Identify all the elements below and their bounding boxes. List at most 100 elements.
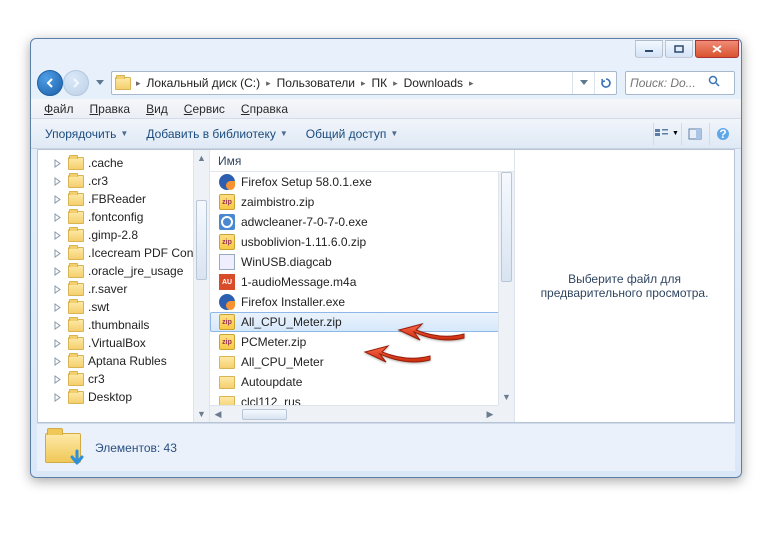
preview-placeholder-text: Выберите файл для предварительного просм… — [525, 272, 724, 300]
folder-icon — [68, 319, 84, 332]
expand-icon[interactable] — [52, 248, 63, 259]
close-button[interactable] — [695, 40, 739, 58]
file-row[interactable]: Firefox Installer.exe — [210, 292, 514, 312]
menu-edit[interactable]: Правка — [83, 101, 138, 117]
file-row[interactable]: Autoupdate — [210, 372, 514, 392]
tree-item[interactable]: .cr3 — [42, 172, 209, 190]
crumb-downloads[interactable]: Downloads — [400, 76, 467, 90]
content-area: .cache .cr3 .FBReader .fontconfig .gimp-2.8.… — [37, 149, 735, 423]
tree-item-label: .fontconfig — [88, 210, 143, 224]
expand-icon[interactable] — [52, 374, 63, 385]
tree-item[interactable]: .swt — [42, 298, 209, 316]
search-icon — [708, 75, 724, 91]
tree-item[interactable]: .gimp-2.8 — [42, 226, 209, 244]
file-row[interactable]: WinUSB.diagcab — [210, 252, 514, 272]
file-name: WinUSB.diagcab — [241, 255, 332, 269]
share-button[interactable]: Общий доступ▼ — [298, 124, 407, 144]
tree-item-label: .oracle_jre_usage — [88, 264, 183, 278]
menu-view[interactable]: Вид — [139, 101, 175, 117]
tree-item-label: cr3 — [88, 372, 105, 386]
organize-button[interactable]: Упорядочить▼ — [37, 124, 136, 144]
file-name: Firefox Setup 58.0.1.exe — [241, 175, 372, 189]
folder-icon — [68, 265, 84, 278]
file-row[interactable]: PCMeter.zip — [210, 332, 514, 352]
tree-item[interactable]: cr3 — [42, 370, 209, 388]
minimize-button[interactable] — [635, 40, 663, 58]
crumb-users[interactable]: Пользователи — [273, 76, 359, 90]
expand-icon[interactable] — [52, 392, 63, 403]
add-library-button[interactable]: Добавить в библиотеку▼ — [138, 124, 295, 144]
file-name: usboblivion-1.11.6.0.zip — [241, 235, 366, 249]
tree-scroll-thumb[interactable] — [196, 200, 207, 280]
expand-icon[interactable] — [52, 158, 63, 169]
expand-icon[interactable] — [52, 284, 63, 295]
menubar: Файл Правка Вид Сервис Справка — [31, 99, 741, 119]
file-row[interactable]: 1-audioMessage.m4a — [210, 272, 514, 292]
menu-help[interactable]: Справка — [234, 101, 295, 117]
file-name: Autoupdate — [241, 375, 302, 389]
tree-item-label: .cr3 — [88, 174, 108, 188]
expand-icon[interactable] — [52, 356, 63, 367]
file-list-pane[interactable]: Имя Firefox Setup 58.0.1.exe zaimbistro.z… — [210, 150, 514, 422]
tree-item[interactable]: .oracle_jre_usage — [42, 262, 209, 280]
folder-tree[interactable]: .cache .cr3 .FBReader .fontconfig .gimp-2.8.… — [38, 150, 210, 422]
file-row[interactable]: adwcleaner-7-0-7-0.exe — [210, 212, 514, 232]
refresh-button[interactable] — [594, 72, 616, 94]
tree-item[interactable]: Aptana Rubles — [42, 352, 209, 370]
file-name: 1-audioMessage.m4a — [241, 275, 356, 289]
tree-item-label: .Icecream PDF Conv — [88, 246, 199, 260]
tree-item[interactable]: .VirtualBox — [42, 334, 209, 352]
expand-icon[interactable] — [52, 302, 63, 313]
expand-icon[interactable] — [52, 230, 63, 241]
expand-icon[interactable] — [52, 176, 63, 187]
address-dropdown[interactable] — [572, 72, 594, 94]
expand-icon[interactable] — [52, 266, 63, 277]
history-dropdown[interactable] — [93, 73, 107, 93]
crumb-pc[interactable]: ПК — [367, 76, 391, 90]
tree-item[interactable]: .cache — [42, 154, 209, 172]
expand-icon[interactable] — [52, 338, 63, 349]
titlebar[interactable] — [31, 39, 741, 67]
folder-icon — [68, 337, 84, 350]
file-scrollbar-vertical[interactable]: ▼ — [498, 172, 514, 405]
maximize-button[interactable] — [665, 40, 693, 58]
folder-icon — [112, 77, 134, 90]
ff-icon — [219, 174, 235, 190]
menu-file[interactable]: Файл — [37, 101, 81, 117]
menu-tools[interactable]: Сервис — [177, 101, 232, 117]
tree-item[interactable]: .fontconfig — [42, 208, 209, 226]
file-scroll-thumb-h[interactable] — [242, 409, 287, 420]
file-row[interactable]: usboblivion-1.11.6.0.zip — [210, 232, 514, 252]
crumb-drive[interactable]: Локальный диск (C:) — [143, 76, 265, 90]
view-mode-button[interactable]: ▼ — [653, 123, 679, 145]
expand-icon[interactable] — [52, 320, 63, 331]
folder-icon — [68, 373, 84, 386]
file-scroll-thumb-v[interactable] — [501, 172, 512, 282]
expand-icon[interactable] — [52, 194, 63, 205]
tree-item[interactable]: .Icecream PDF Conv — [42, 244, 209, 262]
search-input[interactable] — [630, 76, 708, 90]
tree-item[interactable]: .FBReader — [42, 190, 209, 208]
file-row[interactable]: All_CPU_Meter — [210, 352, 514, 372]
zip-icon — [219, 314, 235, 330]
back-button[interactable] — [37, 70, 63, 96]
breadcrumb[interactable]: ▸ Локальный диск (C:)▸ Пользователи▸ ПК▸… — [134, 76, 572, 90]
help-button[interactable]: ? — [709, 123, 735, 145]
tree-scrollbar[interactable]: ▲▼ — [193, 150, 209, 422]
forward-button[interactable] — [63, 70, 89, 96]
tree-item[interactable]: .thumbnails — [42, 316, 209, 334]
tree-item[interactable]: Desktop — [42, 388, 209, 406]
file-scrollbar-horizontal[interactable]: ◀▶ — [210, 405, 498, 422]
address-bar[interactable]: ▸ Локальный диск (C:)▸ Пользователи▸ ПК▸… — [111, 71, 617, 95]
m4a-icon — [219, 274, 235, 290]
file-row[interactable]: All_CPU_Meter.zip — [210, 312, 514, 332]
tree-item-label: .VirtualBox — [88, 336, 146, 350]
file-row[interactable]: zaimbistro.zip — [210, 192, 514, 212]
folder-icon — [68, 283, 84, 296]
expand-icon[interactable] — [52, 212, 63, 223]
preview-pane-button[interactable] — [681, 123, 707, 145]
file-row[interactable]: Firefox Setup 58.0.1.exe — [210, 172, 514, 192]
column-header-name[interactable]: Имя — [210, 150, 514, 172]
tree-item[interactable]: .r.saver — [42, 280, 209, 298]
search-box[interactable] — [625, 71, 735, 95]
